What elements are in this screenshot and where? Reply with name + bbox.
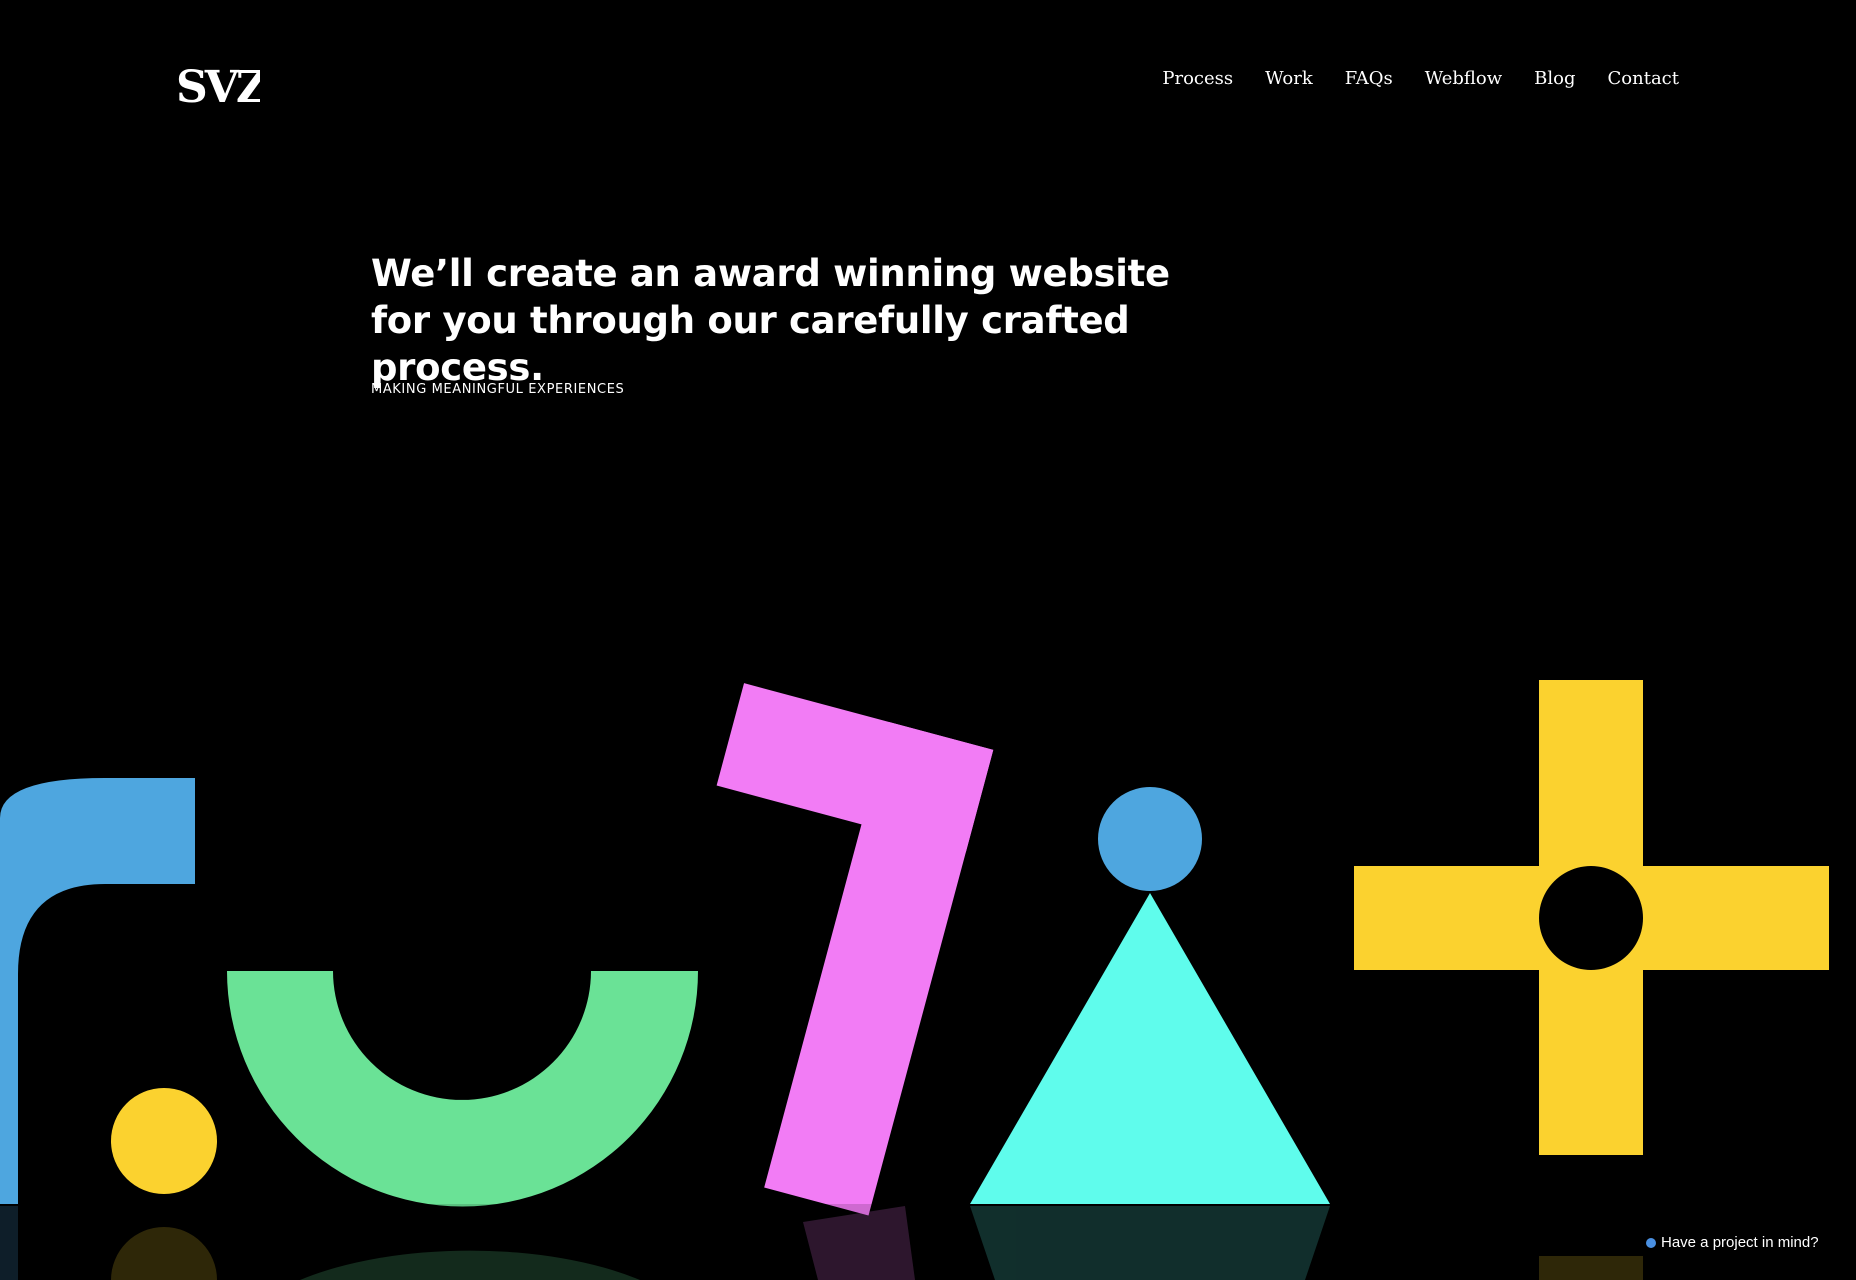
decorative-shapes <box>0 680 1856 1280</box>
yellow-plus-shape <box>1354 680 1829 1155</box>
blue-circle-shape <box>1098 787 1202 891</box>
green-arc-shape <box>227 971 698 1207</box>
yellow-circle-shape <box>111 1088 217 1194</box>
floor-band <box>0 1204 1856 1280</box>
cyan-triangle-shape <box>970 893 1330 1204</box>
cta-label: Have a project in mind? <box>1661 1234 1819 1251</box>
project-cta[interactable]: Have a project in mind? <box>1646 1234 1819 1251</box>
pink-seven-shape <box>716 683 994 1216</box>
status-dot-icon <box>1646 1237 1656 1248</box>
